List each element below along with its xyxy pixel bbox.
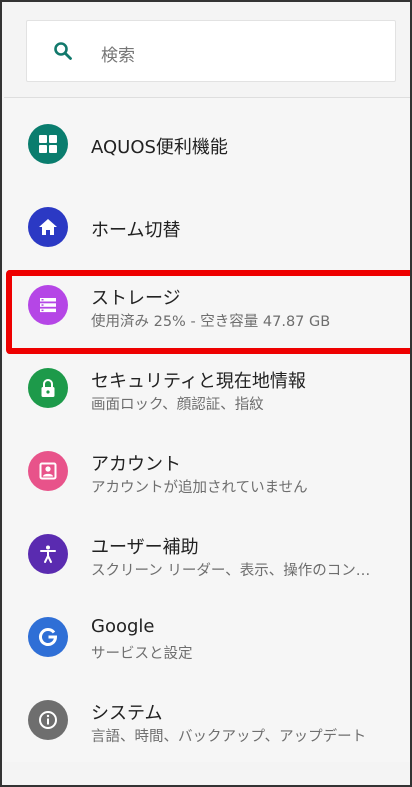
- item-subtitle: 使用済み 25% - 空き容量 47.87 GB: [91, 314, 331, 330]
- item-title: システム: [91, 703, 163, 724]
- account-icon: [28, 451, 68, 491]
- settings-item-accessibility[interactable]: ユーザー補助 スクリーン リーダー、表示、操作のコン…: [4, 513, 410, 596]
- storage-icon: [28, 285, 68, 325]
- item-title: AQUOS便利機能: [91, 137, 228, 158]
- item-title: ストレージ: [91, 288, 181, 309]
- google-icon: [28, 617, 68, 657]
- item-subtitle: サービスと設定: [91, 646, 193, 662]
- settings-item-storage[interactable]: ストレージ 使用済み 25% - 空き容量 47.87 GB: [4, 264, 410, 347]
- settings-item-home-switch[interactable]: ホーム切替: [4, 181, 410, 264]
- item-title: ホーム切替: [91, 220, 181, 241]
- accessibility-icon: [28, 534, 68, 574]
- item-subtitle: スクリーン リーダー、表示、操作のコン…: [91, 563, 371, 579]
- settings-item-system[interactable]: システム 言語、時間、バックアップ、アップデート: [4, 679, 410, 762]
- item-title: ユーザー補助: [91, 537, 199, 558]
- item-title: セキュリティと現在地情報: [91, 371, 306, 392]
- search-field[interactable]: 検索: [26, 20, 396, 82]
- item-subtitle: 画面ロック、顔認証、指紋: [91, 397, 264, 413]
- settings-item-account[interactable]: アカウント アカウントが追加されていません: [4, 430, 410, 513]
- settings-list: AQUOS便利機能 ホーム切替 ストレージ 使用済み 25% - 空き容量 47…: [4, 98, 410, 762]
- settings-item-security[interactable]: セキュリティと現在地情報 画面ロック、顔認証、指紋: [4, 347, 410, 430]
- grid-icon: [28, 124, 68, 164]
- info-icon: [28, 700, 68, 740]
- item-subtitle: アカウントが追加されていません: [91, 480, 308, 496]
- search-icon: [54, 42, 72, 60]
- item-title: アカウント: [91, 454, 181, 475]
- settings-screen: 検索 AQUOS便利機能 ホーム切替 ストレージ 使用済み 25% - 空き容量…: [0, 0, 412, 787]
- home-icon: [28, 207, 68, 247]
- item-subtitle: 言語、時間、バックアップ、アップデート: [91, 729, 367, 745]
- search-bar-area: 検索: [4, 4, 410, 98]
- settings-item-aquos[interactable]: AQUOS便利機能: [4, 98, 410, 181]
- item-title: Google: [91, 616, 155, 637]
- settings-item-google[interactable]: Google サービスと設定: [4, 596, 410, 679]
- search-placeholder: 検索: [101, 46, 135, 66]
- lock-icon: [28, 368, 68, 408]
